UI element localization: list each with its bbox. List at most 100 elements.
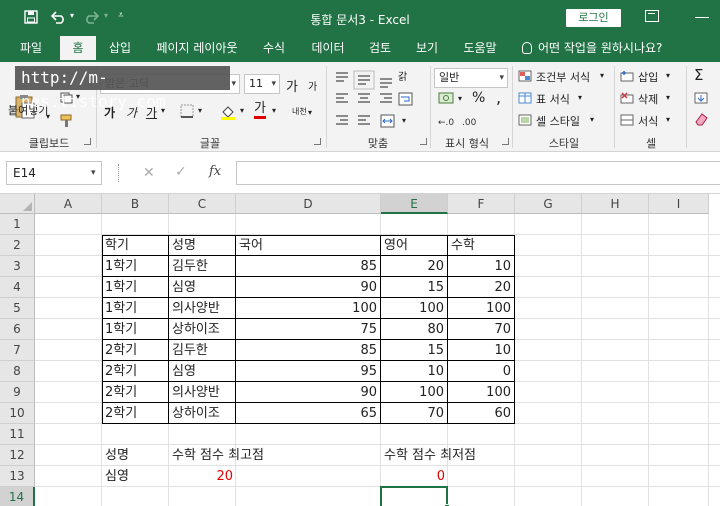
table-cell[interactable]: 심영 <box>169 361 236 382</box>
table-cell[interactable]: 2학기 <box>102 403 169 424</box>
clipboard-launcher-icon[interactable] <box>84 138 91 145</box>
delete-cells-icon[interactable] <box>620 92 634 104</box>
font-launcher-icon[interactable] <box>314 138 321 145</box>
tab-file[interactable]: 파일 <box>10 36 52 62</box>
delete-dropdown-icon[interactable]: ▾ <box>666 93 670 102</box>
row-header-7[interactable]: 7 <box>0 340 35 361</box>
table-cell[interactable]: 65 <box>236 403 381 424</box>
table-cell[interactable]: 김두한 <box>169 256 236 277</box>
row-header-1[interactable]: 1 <box>0 214 35 235</box>
font-color-dropdown-icon[interactable]: ▾ <box>272 106 276 115</box>
column-header-c[interactable]: C <box>169 194 236 214</box>
clear-icon[interactable] <box>694 112 708 126</box>
table-cell[interactable]: 20 <box>381 256 448 277</box>
borders-icon[interactable] <box>180 104 196 118</box>
font-size-select[interactable]: 11 <box>244 74 280 94</box>
table-header-cell[interactable]: 영어 <box>381 235 448 256</box>
conditional-formatting-button[interactable]: 조건부 서식 <box>536 69 590 85</box>
table-cell[interactable]: 상하이조 <box>169 319 236 340</box>
table-cell[interactable]: 15 <box>381 340 448 361</box>
merge-dropdown-icon[interactable]: ▾ <box>402 116 406 125</box>
table-header-cell[interactable]: 성명 <box>169 235 236 256</box>
table-cell[interactable]: 100 <box>381 298 448 319</box>
phonetic-button[interactable]: 내천 <box>292 106 307 117</box>
row-header-3[interactable]: 3 <box>0 256 35 277</box>
table-header-cell[interactable]: 학기 <box>102 235 169 256</box>
row-header-2[interactable]: 2 <box>0 235 35 256</box>
table-cell[interactable]: 김두한 <box>169 340 236 361</box>
table-cell[interactable]: 10 <box>448 256 515 277</box>
table-cell[interactable]: 2학기 <box>102 382 169 403</box>
cell-styles-button[interactable]: 셀 스타일 <box>536 113 580 129</box>
format-painter-icon[interactable] <box>60 114 74 128</box>
cell-styles-icon[interactable] <box>518 114 532 126</box>
login-button[interactable]: 로그인 <box>566 9 621 27</box>
table-cell[interactable]: 75 <box>236 319 381 340</box>
grow-font-button[interactable]: 가 <box>286 76 298 95</box>
table-header-cell[interactable]: 수학 <box>448 235 515 256</box>
row-header-13[interactable]: 13 <box>0 466 35 487</box>
table-cell[interactable]: 2학기 <box>102 361 169 382</box>
column-header-a[interactable]: A <box>35 194 102 214</box>
tab-help[interactable]: 도움말 <box>454 36 506 62</box>
conditional-formatting-icon[interactable] <box>518 70 532 82</box>
table-cell[interactable]: 85 <box>236 340 381 361</box>
tab-formulas[interactable]: 수식 <box>254 36 294 62</box>
label-name-cell[interactable]: 성명 <box>102 445 169 466</box>
table-cell[interactable]: 90 <box>236 277 381 298</box>
insert-cells-button[interactable]: 삽입 <box>638 69 658 85</box>
number-launcher-icon[interactable] <box>502 138 509 145</box>
borders-dropdown-icon[interactable]: ▾ <box>198 106 202 115</box>
insert-dropdown-icon[interactable]: ▾ <box>666 71 670 80</box>
table-cell[interactable]: 의사양반 <box>169 298 236 319</box>
fill-icon[interactable] <box>694 92 708 104</box>
column-header-i[interactable]: I <box>649 194 709 214</box>
font-color-button[interactable]: 가 <box>254 102 266 119</box>
conditional-dropdown-icon[interactable]: ▾ <box>600 71 604 80</box>
label-min-cell[interactable]: 수학 점수 최저점 <box>381 445 476 466</box>
table-cell[interactable]: 90 <box>236 382 381 403</box>
table-cell[interactable]: 100 <box>236 298 381 319</box>
autosum-button[interactable]: Σ <box>694 66 703 84</box>
wrap-text-icon[interactable] <box>398 92 414 106</box>
format-as-table-button[interactable]: 표 서식 <box>536 91 570 107</box>
tab-page-layout[interactable]: 페이지 레이아웃 <box>148 36 246 62</box>
tell-me-search[interactable]: 어떤 작업을 원하시나요? <box>538 36 708 62</box>
column-header-f[interactable]: F <box>448 194 515 214</box>
tab-insert[interactable]: 삽입 <box>100 36 140 62</box>
table-cell[interactable]: 1학기 <box>102 298 169 319</box>
table-cell[interactable]: 의사양반 <box>169 382 236 403</box>
decimal-buttons[interactable]: ←.0 .00 <box>438 114 498 128</box>
row-header-5[interactable]: 5 <box>0 298 35 319</box>
name-box-dropdown-icon[interactable]: ▾ <box>91 161 96 185</box>
comma-style-button[interactable]: , <box>496 88 501 107</box>
column-header-e[interactable]: E <box>381 194 448 214</box>
column-header-d[interactable]: D <box>236 194 381 214</box>
row-header-11[interactable]: 11 <box>0 424 35 445</box>
merge-center-icon[interactable] <box>380 114 396 128</box>
table-cell[interactable]: 1학기 <box>102 256 169 277</box>
result-min-cell[interactable]: 0 <box>381 466 448 487</box>
lookup-name-cell[interactable]: 심영 <box>102 466 169 487</box>
label-max-cell[interactable]: 수학 점수 최고점 <box>169 445 264 466</box>
row-header-10[interactable]: 10 <box>0 403 35 424</box>
table-cell[interactable]: 85 <box>236 256 381 277</box>
column-header-g[interactable]: G <box>515 194 582 214</box>
row-header-4[interactable]: 4 <box>0 277 35 298</box>
table-dropdown-icon[interactable]: ▾ <box>578 93 582 102</box>
table-cell[interactable]: 1학기 <box>102 277 169 298</box>
tab-home[interactable]: 홈 <box>60 36 96 62</box>
column-header-b[interactable]: B <box>102 194 169 214</box>
table-cell[interactable]: 80 <box>381 319 448 340</box>
select-all-button[interactable] <box>0 194 35 214</box>
enter-icon[interactable]: ✓ <box>175 164 187 180</box>
cell-styles-dropdown-icon[interactable]: ▾ <box>590 115 594 124</box>
table-cell[interactable]: 100 <box>448 382 515 403</box>
result-max-cell[interactable]: 20 <box>169 466 236 487</box>
table-cell[interactable]: 15 <box>381 277 448 298</box>
table-header-cell[interactable]: 국어 <box>236 235 381 256</box>
cancel-icon[interactable]: ✕ <box>143 165 155 181</box>
format-cells-button[interactable]: 서식 <box>638 113 658 129</box>
tab-view[interactable]: 보기 <box>406 36 448 62</box>
row-header-6[interactable]: 6 <box>0 319 35 340</box>
